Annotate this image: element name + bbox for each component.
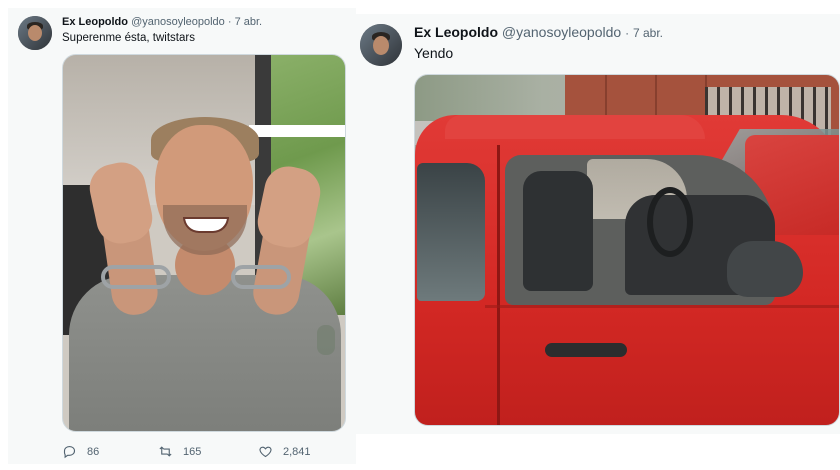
tweet-right: Ex Leopoldo @yanosoyleopoldo · 7 abr. Ye… xyxy=(356,14,840,434)
separator-dot: · xyxy=(227,16,232,28)
author-handle[interactable]: @yanosoyleopoldo xyxy=(502,24,621,40)
tweet-date[interactable]: 7 abr. xyxy=(235,16,263,28)
reply-button[interactable]: 86 xyxy=(62,444,99,459)
tweet-actions: 86 165 2,841 xyxy=(62,444,352,464)
author-handle[interactable]: @yanosoyleopoldo xyxy=(131,16,225,28)
tweet-date[interactable]: 7 abr. xyxy=(633,26,663,40)
retweet-icon xyxy=(159,446,172,457)
like-button[interactable]: 2,841 xyxy=(258,444,311,459)
retweet-button[interactable]: 165 xyxy=(158,444,201,459)
tweet-left: Ex Leopoldo @yanosoyleopoldo · 7 abr. Su… xyxy=(8,8,356,464)
tweet-header: Ex Leopoldo @yanosoyleopoldo · 7 abr. xyxy=(414,24,663,40)
avatar[interactable] xyxy=(360,24,402,66)
avatar[interactable] xyxy=(18,16,52,50)
like-icon xyxy=(259,446,272,458)
author-name[interactable]: Ex Leopoldo xyxy=(62,16,128,28)
author-name[interactable]: Ex Leopoldo xyxy=(414,24,498,40)
tweet-photo-red-car[interactable] xyxy=(414,74,840,426)
tweet-text: Yendo xyxy=(414,45,454,61)
reply-icon xyxy=(63,445,76,459)
tweet-text: Superenme ésta, twitstars xyxy=(62,32,195,44)
retweet-count: 165 xyxy=(183,445,202,458)
like-count: 2,841 xyxy=(283,445,311,458)
reply-count: 86 xyxy=(87,445,100,458)
tweet-header: Ex Leopoldo @yanosoyleopoldo · 7 abr. xyxy=(62,16,262,28)
tweet-photo-handcuffs[interactable] xyxy=(62,54,346,432)
separator-dot: · xyxy=(625,26,630,40)
